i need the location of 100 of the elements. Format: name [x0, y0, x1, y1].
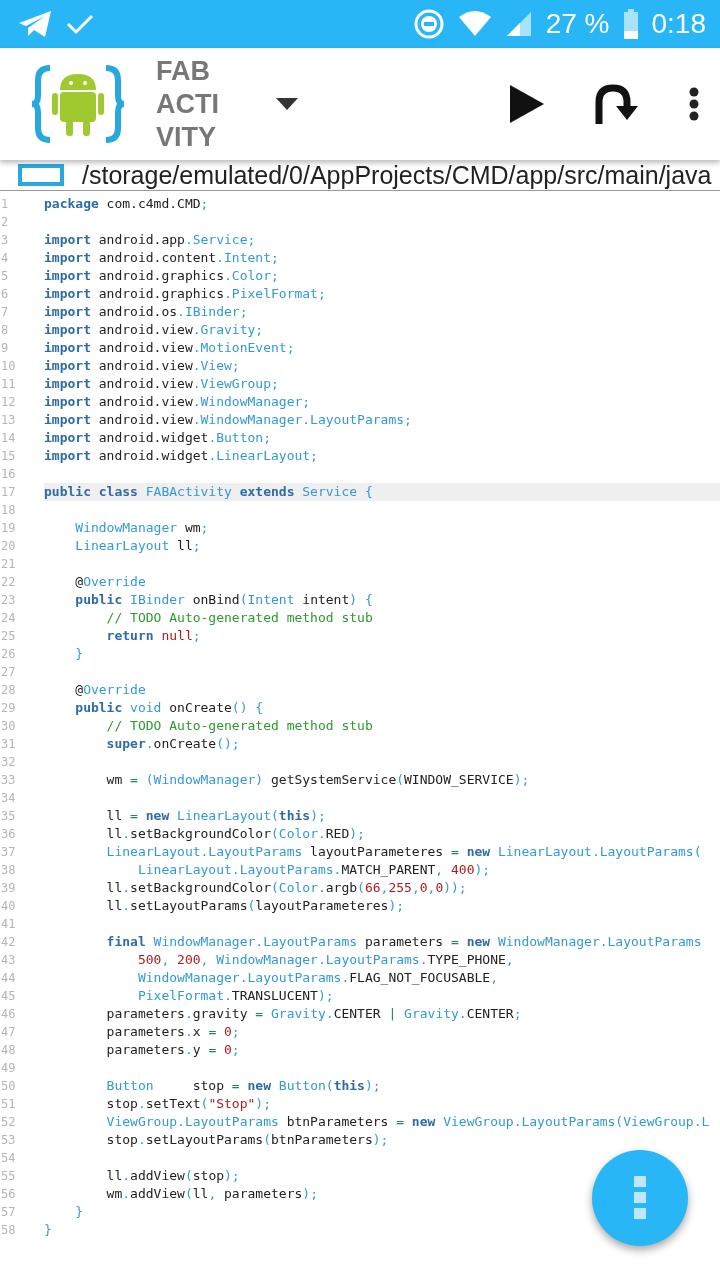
line-number: 21 — [0, 556, 17, 573]
line-number: 39 — [0, 880, 17, 897]
code-line: PixelFormat.TRANSLUCENT); — [136, 987, 335, 1005]
line-number: 27 — [0, 664, 17, 681]
line-number: 42 — [0, 934, 17, 951]
clock: 0:18 — [651, 8, 706, 40]
code-line: ll.setBackgroundColor(Color.RED); — [105, 825, 366, 843]
line-number: 56 — [0, 1186, 17, 1203]
line-number: 22 — [0, 574, 17, 591]
code-line: } — [74, 1203, 85, 1221]
line-number: 10 — [0, 358, 17, 375]
code-line: 500, 200, WindowManager.LayoutParams.TYPE_PHONE, — [136, 951, 515, 969]
line-number: 8 — [0, 322, 10, 339]
do-not-disturb-icon — [413, 9, 444, 39]
line-number: 34 — [0, 790, 17, 807]
line-number: 19 — [0, 520, 17, 537]
code-line: return null; — [105, 627, 202, 645]
file-title: FAB ACTIVITY — [156, 54, 220, 154]
line-number: 46 — [0, 1006, 17, 1023]
line-number: 35 — [0, 808, 17, 825]
code-line: import android.content.Intent; — [44, 249, 280, 267]
code-line: ViewGroup.LayoutParams btnParameters = new ViewGroup.LayoutParams(ViewGroup.L — [105, 1113, 711, 1131]
code-line: LinearLayout.LayoutParams layoutParameteres = new LinearLayout.LayoutParams( — [105, 843, 703, 861]
line-number: 31 — [0, 736, 17, 753]
code-line: import android.view.View; — [44, 357, 241, 375]
line-number: 44 — [0, 970, 17, 987]
code-line: ll = new LinearLayout(this); — [105, 807, 327, 825]
line-number: 30 — [0, 718, 17, 735]
line-number: 14 — [0, 430, 17, 447]
line-number: 40 — [0, 898, 17, 915]
line-number: 38 — [0, 862, 17, 879]
more-options-button[interactable] — [688, 87, 700, 121]
line-number: 1 — [0, 196, 10, 213]
code-line: import android.os.IBinder; — [44, 303, 249, 321]
code-line: package com.c4md.CMD; — [44, 195, 210, 213]
code-line: super.onCreate(); — [105, 735, 241, 753]
line-number: 51 — [0, 1096, 17, 1113]
code-line: import android.widget.Button; — [44, 429, 272, 447]
signal-icon — [505, 11, 532, 37]
u-turn-arrow-button[interactable] — [594, 84, 638, 124]
line-number: 6 — [0, 286, 10, 303]
line-number: 2 — [0, 214, 10, 231]
code-line: // TODO Auto-generated method stub — [105, 609, 374, 627]
code-line: // TODO Auto-generated method stub — [105, 717, 374, 735]
code-line: public void onCreate() { — [74, 699, 265, 717]
line-number: 11 — [0, 376, 17, 393]
line-number: 32 — [0, 754, 17, 771]
line-number: 49 — [0, 1060, 17, 1077]
code-line: stop.setText("Stop"); — [105, 1095, 272, 1113]
code-line: import android.view.WindowManager.LayoutParams; — [44, 411, 413, 429]
line-number: 9 — [0, 340, 10, 357]
dropdown-caret-icon[interactable] — [276, 98, 298, 110]
battery-percent: 27 % — [545, 8, 610, 40]
line-number: 7 — [0, 304, 10, 321]
code-line: import android.graphics.Color; — [44, 267, 280, 285]
code-line: LinearLayout ll; — [74, 537, 202, 555]
line-number: 18 — [0, 502, 17, 519]
line-number: 41 — [0, 916, 17, 933]
line-number: 20 — [0, 538, 17, 555]
line-number: 45 — [0, 988, 17, 1005]
code-line: import android.graphics.PixelFormat; — [44, 285, 327, 303]
line-number: 12 — [0, 394, 17, 411]
line-number: 26 — [0, 646, 17, 663]
line-number: 29 — [0, 700, 17, 717]
more-vertical-icon — [633, 1176, 647, 1220]
battery-icon — [623, 9, 638, 39]
code-line: @Override — [74, 573, 147, 591]
line-number: 52 — [0, 1114, 17, 1131]
line-number: 24 — [0, 610, 17, 627]
line-number: 58 — [0, 1222, 17, 1239]
code-line: ll.addView(stop); — [105, 1167, 241, 1185]
code-line: import android.view.Gravity; — [44, 321, 265, 339]
play-button[interactable] — [510, 85, 544, 123]
paper-plane-icon — [18, 10, 52, 38]
robot-logo-icon — [30, 64, 126, 144]
line-number: 53 — [0, 1132, 17, 1149]
line-number: 3 — [0, 232, 10, 249]
line-number: 48 — [0, 1042, 17, 1059]
line-number: 43 — [0, 952, 17, 969]
line-number: 5 — [0, 268, 10, 285]
line-number: 23 — [0, 592, 17, 609]
wifi-icon — [457, 11, 492, 37]
line-number: 47 — [0, 1024, 17, 1041]
code-line: } — [74, 645, 85, 663]
code-line: final WindowManager.LayoutParams parameters = new WindowManager.LayoutParams — [105, 933, 703, 951]
code-line: ll.setBackgroundColor(Color.argb(66,255,0,0)); — [105, 879, 468, 897]
code-line: ll.setLayoutParams(layoutParameteres); — [105, 897, 406, 915]
code-line: WindowManager wm; — [74, 519, 210, 537]
line-number: 25 — [0, 628, 17, 645]
code-line: import android.view.WindowManager; — [44, 393, 312, 411]
line-number: 57 — [0, 1204, 17, 1221]
code-line: public IBinder onBind(Intent intent) { — [74, 591, 374, 609]
code-line: parameters.x = 0; — [105, 1023, 241, 1041]
code-line: stop.setLayoutParams(btnParameters); — [105, 1131, 390, 1149]
code-line: parameters.gravity = Gravity.CENTER | Gravity.CENTER; — [105, 1005, 523, 1023]
check-icon — [66, 13, 94, 35]
line-number: 16 — [0, 466, 17, 483]
code-line: import android.view.MotionEvent; — [44, 339, 296, 357]
code-line: @Override — [74, 681, 147, 699]
code-line: import android.view.ViewGroup; — [44, 375, 280, 393]
